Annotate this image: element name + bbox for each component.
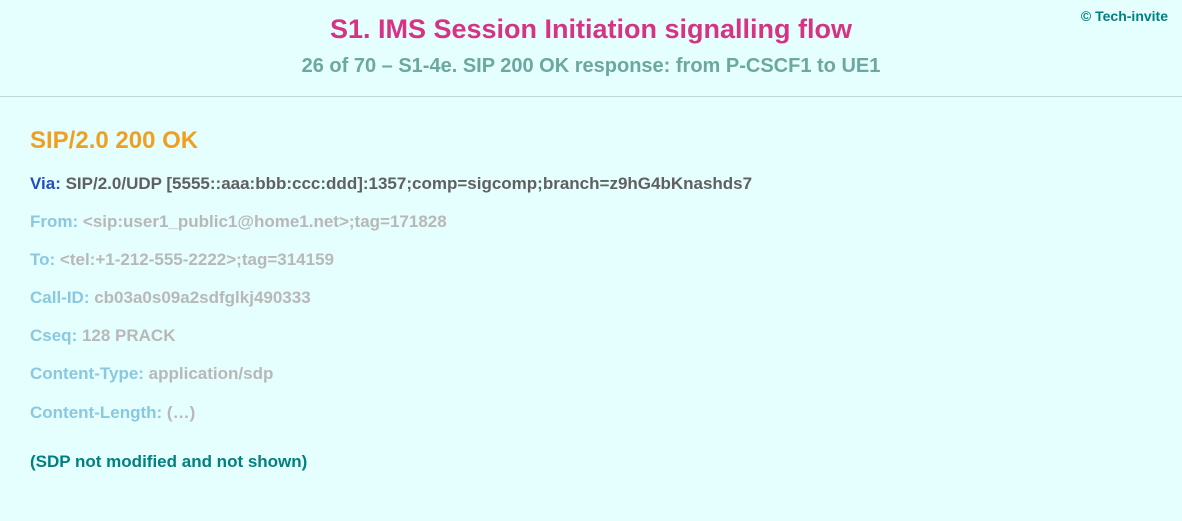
page-subtitle: 26 of 70 – S1-4e. SIP 200 OK response: f… bbox=[0, 55, 1182, 78]
via-value: SIP/2.0/UDP [5555::aaa:bbb:ccc:ddd]:1357… bbox=[61, 174, 752, 193]
page-header: S1. IMS Session Initiation signalling fl… bbox=[0, 0, 1182, 97]
callid-key: Call-ID: bbox=[30, 288, 90, 307]
sip-header-content-type: Content-Type: application/sdp bbox=[30, 363, 1152, 385]
from-value: <sip:user1_public1@home1.net>;tag=171828 bbox=[78, 212, 447, 231]
cseq-value: 128 PRACK bbox=[77, 326, 175, 345]
from-key: From: bbox=[30, 212, 78, 231]
clen-value: (…) bbox=[162, 403, 195, 422]
page-title: S1. IMS Session Initiation signalling fl… bbox=[0, 14, 1182, 45]
sip-header-via: Via: SIP/2.0/UDP [5555::aaa:bbb:ccc:ddd]… bbox=[30, 173, 1152, 195]
callid-value: cb03a0s09a2sdfglkj490333 bbox=[90, 288, 311, 307]
sip-header-to: To: <tel:+1-212-555-2222>;tag=314159 bbox=[30, 249, 1152, 271]
sip-header-callid: Call-ID: cb03a0s09a2sdfglkj490333 bbox=[30, 287, 1152, 309]
copyright-label: © Tech-invite bbox=[1081, 8, 1168, 24]
sip-status-line: SIP/2.0 200 OK bbox=[30, 127, 1152, 155]
sip-header-content-length: Content-Length: (…) bbox=[30, 402, 1152, 424]
to-value: <tel:+1-212-555-2222>;tag=314159 bbox=[55, 250, 334, 269]
sip-message-content: SIP/2.0 200 OK Via: SIP/2.0/UDP [5555::a… bbox=[0, 97, 1182, 492]
sdp-footnote: (SDP not modified and not shown) bbox=[30, 452, 1152, 472]
ctype-key: Content-Type: bbox=[30, 364, 144, 383]
clen-key: Content-Length: bbox=[30, 403, 162, 422]
sip-header-from: From: <sip:user1_public1@home1.net>;tag=… bbox=[30, 211, 1152, 233]
ctype-value: application/sdp bbox=[144, 364, 273, 383]
sip-header-cseq: Cseq: 128 PRACK bbox=[30, 325, 1152, 347]
via-key: Via: bbox=[30, 174, 61, 193]
to-key: To: bbox=[30, 250, 55, 269]
cseq-key: Cseq: bbox=[30, 326, 77, 345]
